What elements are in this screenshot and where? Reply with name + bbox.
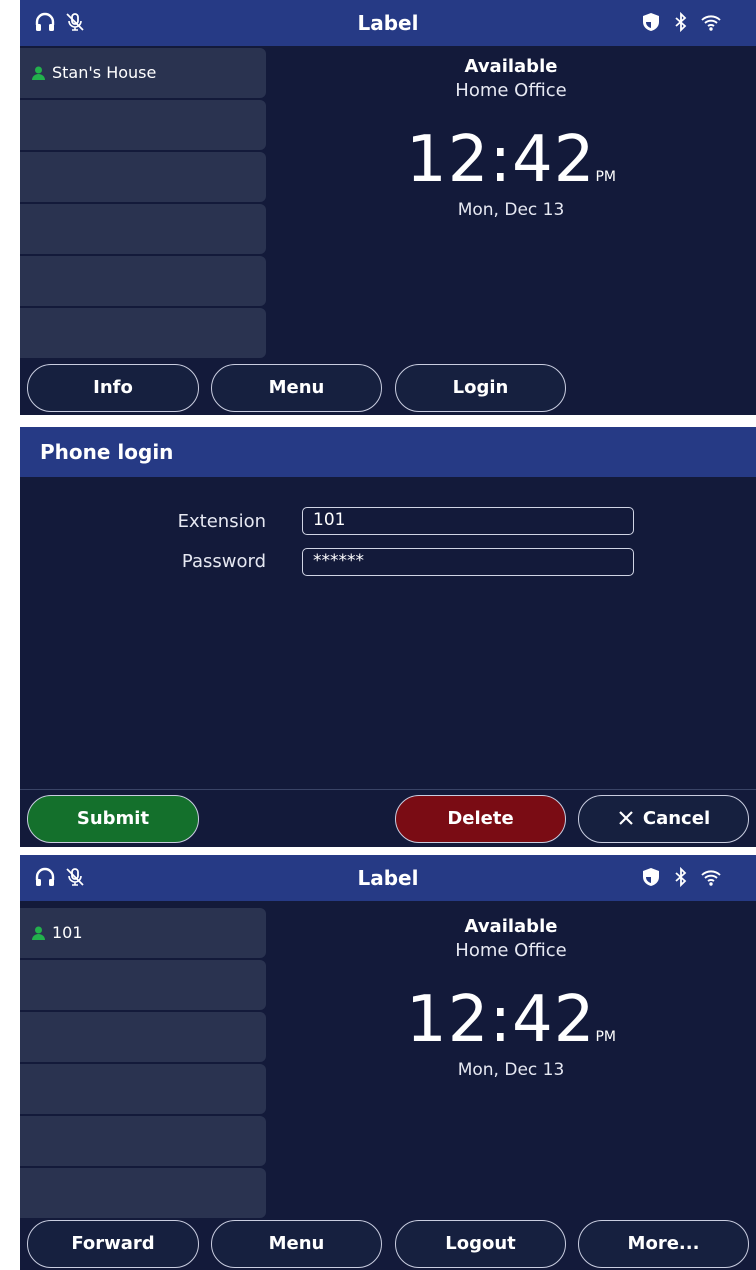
password-input[interactable]: ****** <box>302 548 634 576</box>
status-bar: Label <box>20 855 756 901</box>
dialog-title: Phone login <box>20 427 756 477</box>
forward-softkey[interactable]: Forward <box>27 1220 199 1268</box>
bluetooth-icon <box>670 11 692 33</box>
cancel-button[interactable]: Cancel <box>578 795 749 843</box>
info-softkey[interactable]: Info <box>27 364 199 412</box>
idle-screen-logged-in: Label 101 Available Home Office 12:42PM … <box>20 855 756 1270</box>
line-key-2[interactable] <box>20 100 266 150</box>
status-bar: Label <box>20 0 756 46</box>
line-key-label: Stan's House <box>52 63 157 82</box>
softkey-divider <box>20 789 756 790</box>
line-key-label: 101 <box>52 923 83 942</box>
menu-softkey[interactable]: Menu <box>211 1220 382 1268</box>
line-key-4[interactable] <box>20 1064 266 1114</box>
password-label: Password <box>181 551 266 572</box>
presence-status: Available <box>464 916 558 937</box>
line-key-5[interactable] <box>20 1116 266 1166</box>
location-label: Home Office <box>455 80 567 101</box>
line-key-1[interactable]: Stan's House <box>20 48 266 98</box>
date-label: Mon, Dec 13 <box>457 200 565 220</box>
idle-screen-logged-out: Label Stan's House Available Home Office… <box>20 0 756 415</box>
line-key-6[interactable] <box>20 308 266 358</box>
login-softkey[interactable]: Login <box>395 364 566 412</box>
clock: 12:42PM <box>266 128 756 192</box>
clock: 12:42PM <box>266 988 756 1052</box>
bluetooth-icon <box>670 866 692 888</box>
presence-status: Available <box>464 56 558 77</box>
wifi-icon <box>700 866 722 888</box>
clock-time: 12:42 <box>406 983 596 1057</box>
line-key-3[interactable] <box>20 1012 266 1062</box>
line-key-3[interactable] <box>20 152 266 202</box>
close-icon <box>617 809 635 827</box>
delete-button[interactable]: Delete <box>395 795 566 843</box>
extension-input[interactable]: 101 <box>302 507 634 535</box>
clock-ampm: PM <box>595 1029 616 1045</box>
line-key-6[interactable] <box>20 1168 266 1218</box>
clock-ampm: PM <box>595 169 616 185</box>
line-key-4[interactable] <box>20 204 266 254</box>
cancel-button-label: Cancel <box>642 808 711 829</box>
clock-time: 12:42 <box>406 123 596 197</box>
line-key-1[interactable]: 101 <box>20 908 266 958</box>
logout-softkey[interactable]: Logout <box>395 1220 566 1268</box>
location-label: Home Office <box>455 940 567 961</box>
wifi-icon <box>700 11 722 33</box>
extension-label: Extension <box>177 511 266 532</box>
date-label: Mon, Dec 13 <box>457 1060 565 1080</box>
phone-login-screen: Phone login Extension 101 Password *****… <box>20 427 756 847</box>
line-key-5[interactable] <box>20 256 266 306</box>
more-softkey[interactable]: More... <box>578 1220 749 1268</box>
submit-button[interactable]: Submit <box>27 795 199 843</box>
shield-icon <box>640 11 662 33</box>
shield-icon <box>640 866 662 888</box>
line-key-2[interactable] <box>20 960 266 1010</box>
presence-available-icon <box>32 66 45 80</box>
menu-softkey[interactable]: Menu <box>211 364 382 412</box>
presence-available-icon <box>32 926 45 940</box>
